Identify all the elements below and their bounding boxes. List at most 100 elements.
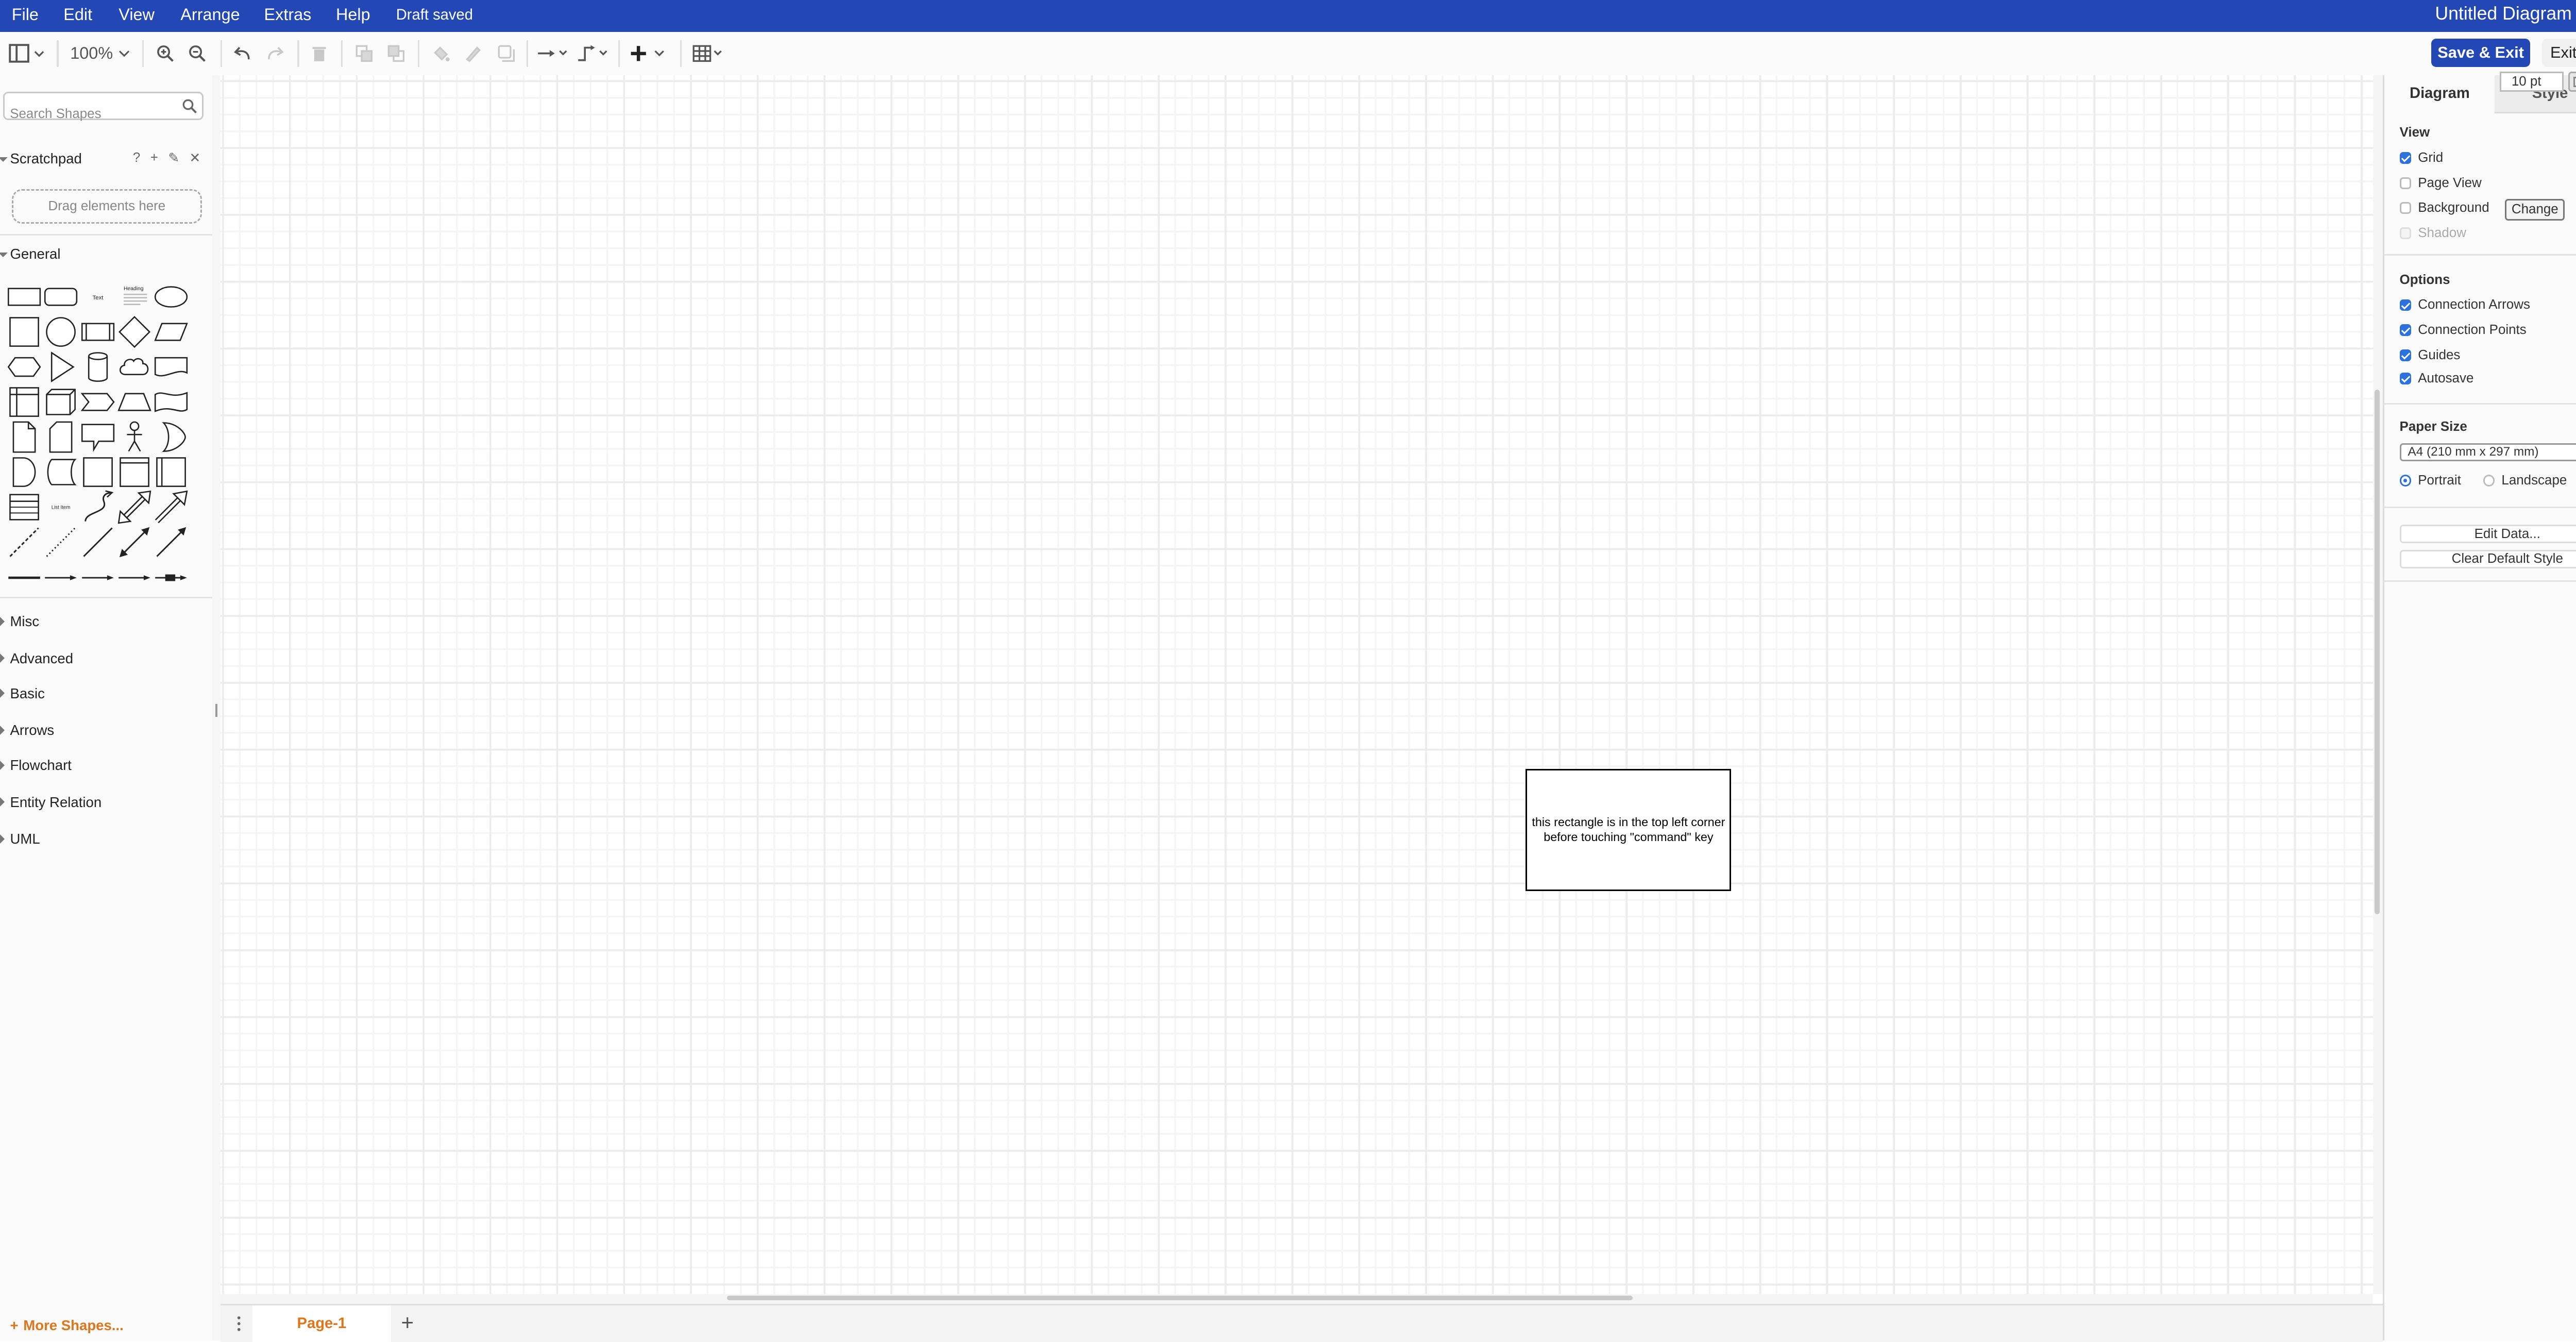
paper-size-select[interactable]: A4 (210 mm x 297 mm) ▲▼ (2399, 443, 2576, 462)
diagram-canvas[interactable] (221, 75, 2373, 1294)
internal-storage-shape[interactable] (7, 384, 42, 420)
list-shape[interactable] (7, 490, 42, 525)
help-icon[interactable]: ? (133, 150, 140, 166)
guides-checkbox[interactable] (2399, 349, 2412, 361)
connector-label-shape[interactable] (154, 560, 189, 595)
callout-shape[interactable] (80, 420, 115, 455)
menu-edit[interactable]: Edit (63, 5, 92, 24)
landscape-radio[interactable] (2483, 475, 2495, 487)
redo-icon[interactable] (264, 40, 287, 67)
bidirectional-connector-shape[interactable] (117, 525, 152, 560)
close-icon[interactable]: ✕ (190, 150, 201, 166)
swimlane-shape[interactable] (117, 455, 152, 490)
parallelogram-shape[interactable] (154, 314, 189, 349)
bidirectional-arrow-shape[interactable] (117, 490, 152, 525)
search-icon[interactable] (182, 98, 197, 114)
scratchpad-header[interactable]: Scratchpad ? + ✎ ✕ (0, 144, 211, 174)
stored-data-shape[interactable] (43, 455, 78, 490)
grid-size-input[interactable]: 10 pt (2500, 72, 2564, 92)
format-panel-toggle-icon[interactable] (7, 40, 47, 67)
portrait-option[interactable]: Portrait (2399, 472, 2461, 490)
page-view-checkbox[interactable] (2399, 177, 2412, 189)
section-misc[interactable]: Misc (0, 607, 211, 636)
menu-view[interactable]: View (118, 5, 155, 24)
section-advanced[interactable]: Advanced (0, 644, 211, 674)
note-shape[interactable] (7, 420, 42, 455)
waypoints-icon[interactable] (577, 40, 610, 67)
grid-option[interactable]: Grid (2399, 149, 2443, 167)
line-shape[interactable] (80, 525, 115, 560)
grid-color-swatch[interactable] (2568, 72, 2576, 92)
menu-arrange[interactable]: Arrange (180, 5, 240, 24)
fill-color-icon[interactable] (431, 40, 451, 67)
delay-shape[interactable] (7, 455, 42, 490)
hexagon-shape[interactable] (7, 349, 42, 384)
rectangle-shape[interactable] (7, 279, 42, 314)
tape-shape[interactable] (154, 384, 189, 420)
zoom-select[interactable]: 100% (70, 40, 130, 67)
cylinder-shape[interactable] (80, 349, 115, 384)
table-icon[interactable] (692, 40, 725, 67)
connection-style-icon[interactable] (536, 40, 570, 67)
labeled-link-shape[interactable] (80, 560, 115, 595)
dashed-line-shape[interactable] (7, 525, 42, 560)
connection-points-option[interactable]: Connection Points (2399, 321, 2527, 340)
section-basic[interactable]: Basic (0, 679, 211, 709)
page-tab-1[interactable]: Page-1 (252, 1305, 391, 1342)
menu-extras[interactable]: Extras (264, 5, 311, 24)
step-shape[interactable] (80, 384, 115, 420)
to-back-icon[interactable] (386, 40, 406, 67)
shadow-icon[interactable] (496, 40, 516, 67)
menu-help[interactable]: Help (336, 5, 370, 24)
triangle-shape[interactable] (43, 349, 78, 384)
search-shapes-input[interactable] (5, 102, 182, 127)
grid-checkbox[interactable] (2399, 152, 2412, 164)
zoom-out-icon[interactable] (185, 40, 209, 67)
menu-file[interactable]: File (12, 5, 39, 24)
exit-button[interactable]: Exit (2541, 38, 2576, 67)
connection-arrows-option[interactable]: Connection Arrows (2399, 296, 2530, 314)
portrait-radio[interactable] (2399, 475, 2412, 487)
add-page-icon[interactable]: + (401, 1311, 414, 1335)
ellipse-shape[interactable] (154, 279, 189, 314)
textbox-shape[interactable]: Heading (117, 279, 152, 314)
connection-arrows-checkbox[interactable] (2399, 299, 2412, 311)
vertical-scrollbar[interactable] (2372, 75, 2383, 1294)
undo-icon[interactable] (231, 40, 254, 67)
dotted-line-shape[interactable] (43, 525, 78, 560)
document-shape[interactable] (154, 349, 189, 384)
rounded-rectangle-shape[interactable] (43, 279, 78, 314)
list-item-shape[interactable]: List Item (43, 490, 78, 525)
labeled-link-2-shape[interactable] (117, 560, 152, 595)
square-shape[interactable] (7, 314, 42, 349)
diamond-shape[interactable] (117, 314, 152, 349)
background-option[interactable]: Background (2399, 199, 2489, 217)
edit-icon[interactable]: ✎ (168, 150, 179, 166)
general-header[interactable]: General (0, 239, 211, 269)
link-arrow-shape[interactable] (43, 560, 78, 595)
section-flowchart[interactable]: Flowchart (0, 750, 211, 780)
curve-shape[interactable] (80, 490, 115, 525)
section-entity-relation[interactable]: Entity Relation (0, 787, 211, 817)
container-shape[interactable] (80, 455, 115, 490)
zoom-in-icon[interactable] (154, 40, 177, 67)
guides-option[interactable]: Guides (2399, 346, 2460, 364)
card-shape[interactable] (43, 420, 78, 455)
connection-points-checkbox[interactable] (2399, 324, 2412, 336)
text-shape[interactable]: Text (80, 279, 115, 314)
cube-shape[interactable] (43, 384, 78, 420)
tab-diagram[interactable]: Diagram (2384, 75, 2495, 112)
sidebar-splitter[interactable] (212, 75, 221, 1341)
line-color-icon[interactable] (463, 40, 483, 67)
scratchpad-dropzone[interactable]: Drag elements here (11, 189, 202, 224)
delete-icon[interactable] (309, 40, 329, 67)
section-uml[interactable]: UML (0, 824, 211, 854)
save-exit-button[interactable]: Save & Exit (2431, 38, 2530, 67)
circle-shape[interactable] (43, 314, 78, 349)
background-checkbox[interactable] (2399, 202, 2412, 214)
page-view-option[interactable]: Page View (2399, 174, 2482, 192)
cloud-shape[interactable] (117, 349, 152, 384)
process-shape[interactable] (80, 314, 115, 349)
autosave-checkbox[interactable] (2399, 373, 2412, 384)
vertical-container-shape[interactable] (154, 455, 189, 490)
